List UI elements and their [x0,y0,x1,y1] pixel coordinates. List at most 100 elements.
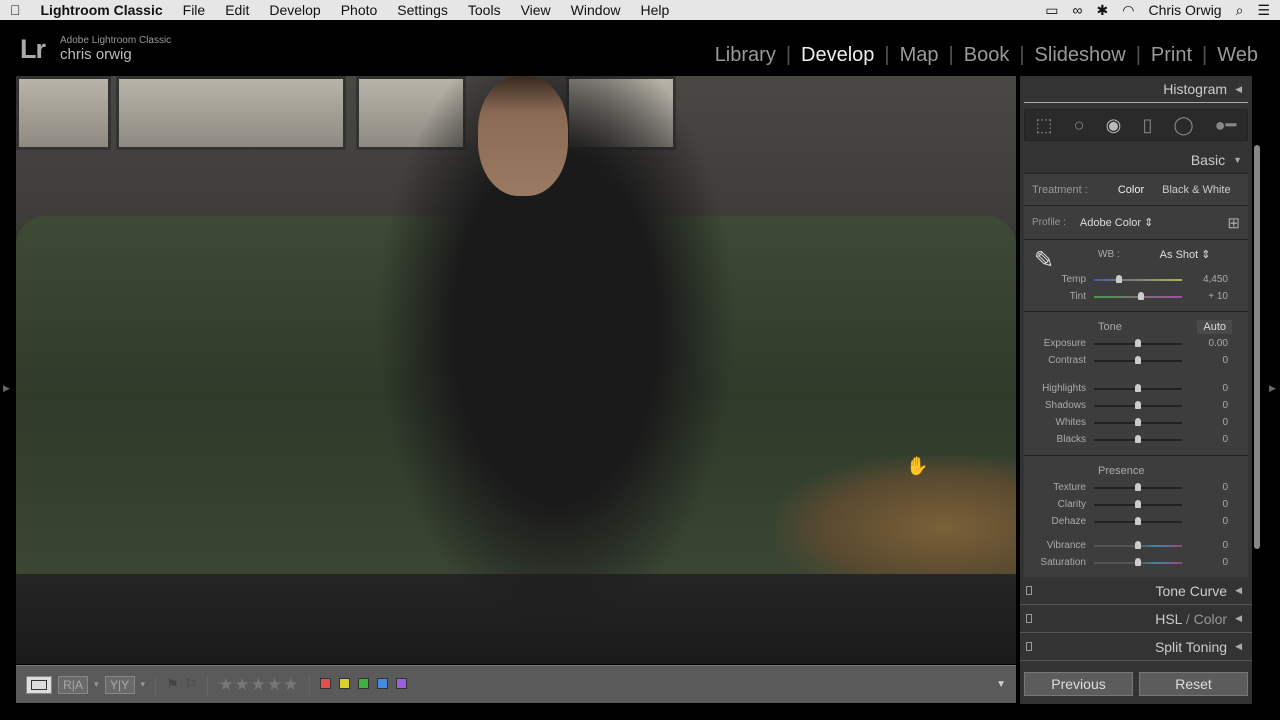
star-rating[interactable]: ★★★★★ [218,675,299,695]
wb-select[interactable]: As Shot ⇕ [1160,248,1211,261]
menu-develop[interactable]: Develop [259,2,330,18]
slider-value[interactable]: 0 [1182,383,1228,394]
tint-slider[interactable] [1094,291,1182,300]
panel-switch-icon[interactable] [1026,586,1032,595]
slider-thumb[interactable] [1135,499,1141,508]
graduated-filter-icon[interactable]: ▯ [1142,115,1152,136]
profile-browser-icon[interactable]: ⊞ [1227,214,1240,232]
vibrance-slider[interactable] [1094,540,1182,549]
slider-thumb[interactable] [1135,338,1141,347]
menu-photo[interactable]: Photo [331,2,388,18]
treatment-color-button[interactable]: Color [1118,184,1144,196]
highlights-slider[interactable] [1094,383,1182,392]
color-label-2[interactable] [358,677,370,689]
left-panel-toggle-icon[interactable]: ▶ [3,383,10,394]
menu-help[interactable]: Help [630,2,679,18]
apple-icon[interactable]:  [0,2,31,18]
panel-switch-icon[interactable] [1026,614,1032,623]
menu-tools[interactable]: Tools [458,2,511,18]
slider-thumb[interactable] [1135,400,1141,409]
module-slideshow[interactable]: Slideshow [1025,44,1136,67]
search-icon[interactable]: ⌕ [1236,2,1244,19]
module-develop[interactable]: Develop [791,44,884,67]
flag-reject-icon[interactable]: ⚐ [185,676,198,693]
red-eye-icon[interactable]: ◉ [1106,115,1122,136]
exposure-slider[interactable] [1094,338,1182,347]
right-panel-toggle-icon[interactable]: ▶ [1269,383,1276,394]
chevron-down-icon[interactable]: ▾ [94,679,99,690]
auto-tone-button[interactable]: Auto [1197,319,1232,334]
histogram-header[interactable]: Histogram ◀ [1020,76,1252,102]
texture-slider[interactable] [1094,482,1182,491]
treatment-bw-button[interactable]: Black & White [1162,184,1230,196]
photo-canvas[interactable]: ✋ [16,76,1016,664]
menu-window[interactable]: Window [561,2,631,18]
temp-slider[interactable] [1094,274,1182,283]
slider-value[interactable]: 0 [1182,557,1228,568]
slider-thumb[interactable] [1135,355,1141,364]
profile-select[interactable]: Adobe Color ⇕ [1080,216,1153,229]
color-label-1[interactable] [339,677,351,689]
slider-thumb[interactable] [1115,274,1122,283]
spot-removal-icon[interactable]: ○ [1074,115,1085,136]
color-label-3[interactable] [377,677,389,689]
before-after-tb-button[interactable]: Y|Y [104,675,135,694]
creative-cloud-icon[interactable]: ∞ [1073,2,1083,18]
slider-value[interactable]: 0 [1182,355,1228,366]
color-label-0[interactable] [320,677,332,689]
split-toning-header[interactable]: Split Toning ◀ [1020,633,1252,661]
module-map[interactable]: Map [890,44,949,67]
menu-edit[interactable]: Edit [215,2,259,18]
slider-value[interactable]: 4,450 [1182,274,1228,285]
adjustment-brush-icon[interactable]: ●━ [1215,115,1237,136]
loupe-view-button[interactable] [26,675,52,694]
eyedropper-icon[interactable]: ✎ [1034,246,1054,275]
radial-filter-icon[interactable]: ◯ [1173,115,1193,136]
slider-thumb[interactable] [1135,482,1141,491]
slider-thumb[interactable] [1135,516,1141,525]
slider-value[interactable]: 0 [1182,499,1228,510]
dehaze-slider[interactable] [1094,516,1182,525]
slider-value[interactable]: 0 [1182,434,1228,445]
panel-scrollbar[interactable] [1254,145,1260,549]
display-icon[interactable]: ▭ [1045,2,1058,19]
slider-value[interactable]: 0 [1182,400,1228,411]
flag-pick-icon[interactable]: ⚑ [166,676,179,693]
menu-settings[interactable]: Settings [387,2,458,18]
module-book[interactable]: Book [954,44,1020,67]
module-web[interactable]: Web [1207,44,1268,67]
slider-thumb[interactable] [1135,417,1141,426]
blacks-slider[interactable] [1094,434,1182,443]
slider-value[interactable]: 0 [1182,417,1228,428]
menu-file[interactable]: File [173,2,216,18]
saturation-slider[interactable] [1094,557,1182,566]
module-library[interactable]: Library [705,44,786,67]
basic-header[interactable]: Basic ▼ [1020,147,1252,173]
slider-value[interactable]: + 10 [1182,291,1228,302]
panel-switch-icon[interactable] [1026,642,1032,651]
slider-thumb[interactable] [1137,291,1144,300]
toolbar-menu-chevron-icon[interactable]: ▼ [996,679,1006,690]
slider-thumb[interactable] [1135,540,1141,549]
slider-value[interactable]: 0 [1182,516,1228,527]
list-icon[interactable]: ☰ [1257,2,1270,19]
slider-value[interactable]: 0.00 [1182,338,1228,349]
menu-app[interactable]: Lightroom Classic [31,2,173,18]
slider-value[interactable]: 0 [1182,482,1228,493]
reset-button[interactable]: Reset [1139,672,1248,696]
slider-thumb[interactable] [1135,557,1141,566]
bluetooth-icon[interactable]: ✱ [1097,2,1109,19]
module-print[interactable]: Print [1141,44,1202,67]
menu-view[interactable]: View [511,2,561,18]
whites-slider[interactable] [1094,417,1182,426]
before-after-lr-button[interactable]: R|A [58,675,88,694]
clarity-slider[interactable] [1094,499,1182,508]
slider-thumb[interactable] [1135,383,1141,392]
slider-value[interactable]: 0 [1182,540,1228,551]
wifi-icon[interactable]: ◠ [1122,2,1134,19]
tone-curve-header[interactable]: Tone Curve ◀ [1020,577,1252,605]
contrast-slider[interactable] [1094,355,1182,364]
hsl-header[interactable]: HSL / Color ◀ [1020,605,1252,633]
slider-thumb[interactable] [1135,434,1141,443]
chevron-down-icon[interactable]: ▾ [141,679,146,690]
